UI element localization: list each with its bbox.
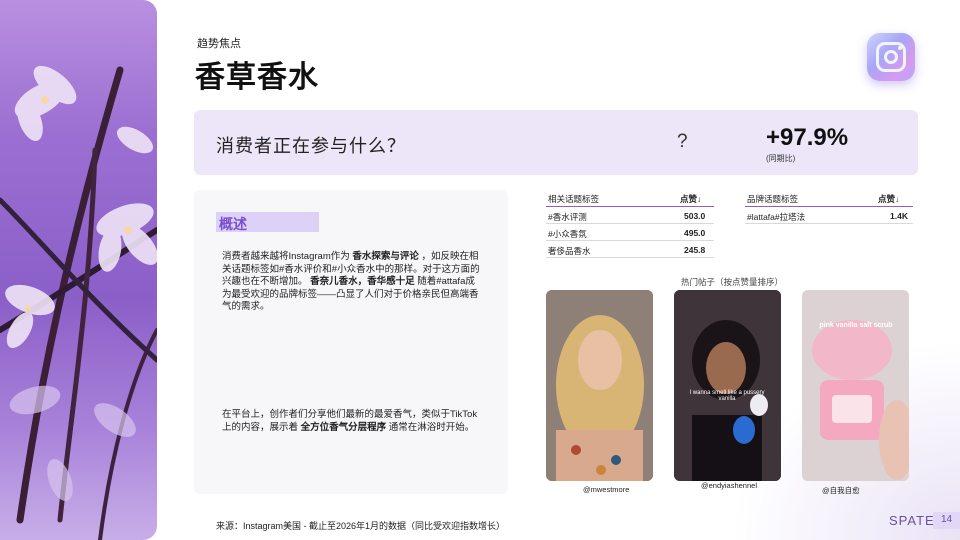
column-header-tag: 品牌话题标签	[747, 194, 799, 204]
post-thumbnail[interactable]: I wanna smell like a pussery vanilla	[674, 290, 781, 481]
vanilla-orchid-illustration	[0, 65, 157, 540]
post-handle[interactable]: @自我自愈	[822, 485, 860, 496]
page-title: 香草香水	[195, 61, 319, 94]
table-row: #lattafa#拉塔法 1.4K	[745, 207, 913, 224]
table-header: 品牌话题标签 点赞↓	[745, 191, 913, 207]
post-image-woman-blonde	[546, 290, 653, 481]
question-mark-icon: ?	[677, 131, 688, 152]
top-posts-caption: 热门帖子（按点赞量排序）	[681, 277, 784, 287]
section-eyebrow: 趋势焦点	[197, 38, 241, 50]
logo-lens	[884, 50, 898, 64]
logo-dot	[898, 46, 902, 50]
page-number: 14	[933, 512, 960, 529]
table-row: #香水评测 503.0	[546, 207, 714, 224]
brand-wordmark: SPATE	[889, 513, 935, 528]
table-header: 相关话题标签 点赞↓	[546, 191, 714, 207]
likes-cell: 503.0	[684, 211, 706, 221]
post-handle[interactable]: @endyiashennel	[701, 481, 757, 490]
hashtag-cell: 奢侈品香水	[548, 246, 591, 256]
post-image-woman-dark-hair	[674, 290, 781, 481]
likes-cell: 495.0	[684, 228, 706, 238]
column-header-likes: 点赞↓	[878, 194, 900, 204]
instagram-logo-icon	[867, 33, 915, 81]
question-banner: 消费者正在参与什么？ ? +97.9% (同期比)	[194, 110, 918, 175]
related-hashtags-table: 相关话题标签 点赞↓ #香水评测 503.0 #小众香氛 495.0 奢侈品香水…	[546, 191, 714, 258]
likes-cell: 1.4K	[890, 211, 908, 221]
post-thumbnail[interactable]: pink vanilla salt scrub	[802, 290, 909, 481]
overview-card: 概述 消费者越来越将Instagram作为 香水探索与评论 ，如反映在相关话题标…	[194, 190, 508, 494]
source-note: 来源：Instagram美国 - 截止至2026年1月的数据（同比受欢迎指数增长…	[216, 521, 506, 531]
hero-image-vanilla-flowers	[0, 0, 157, 540]
hashtag-cell: #香水评测	[548, 212, 587, 222]
hashtag-cell: #lattafa#拉塔法	[747, 212, 806, 222]
table-row: #小众香氛 495.0	[546, 224, 714, 241]
post-thumbnail[interactable]	[546, 290, 653, 481]
text-run-bold: 全方位香气分层程序	[300, 421, 387, 433]
growth-value: +97.9%	[766, 124, 849, 151]
brand-hashtags-table: 品牌话题标签 点赞↓ #lattafa#拉塔法 1.4K	[745, 191, 913, 224]
likes-cell: 245.8	[684, 245, 706, 255]
text-run: 消费者越来越将Instagram作为	[222, 251, 353, 262]
post-image-pink-scrub-jar	[802, 290, 909, 481]
text-run-bold: 香水探索与评论	[352, 251, 419, 262]
post-overlay-text: I wanna smell like a pussery vanilla	[689, 390, 765, 402]
text-run-bold: 香奈儿香水，香华感十足	[310, 276, 415, 287]
overview-heading: 概述	[216, 212, 319, 232]
overview-paragraph-2: 在平台上，创作者们分享他们最新的最爱香气，类似于TikTok上的内容，展示着 全…	[222, 409, 480, 434]
post-overlay-text: pink vanilla salt scrub	[819, 322, 893, 329]
column-header-tag: 相关话题标签	[548, 194, 600, 204]
question-text: 消费者正在参与什么？	[216, 136, 406, 156]
hashtag-cell: #小众香氛	[548, 229, 587, 239]
growth-label: (同期比)	[766, 154, 796, 163]
post-handle[interactable]: @mwestmore	[583, 485, 629, 494]
overview-paragraph-1: 消费者越来越将Instagram作为 香水探索与评论 ，如反映在相关话题标签如#…	[222, 251, 480, 314]
text-run: 通常在淋浴时开始。	[386, 421, 475, 433]
column-header-likes: 点赞↓	[680, 194, 702, 204]
table-row: 奢侈品香水 245.8	[546, 241, 714, 258]
